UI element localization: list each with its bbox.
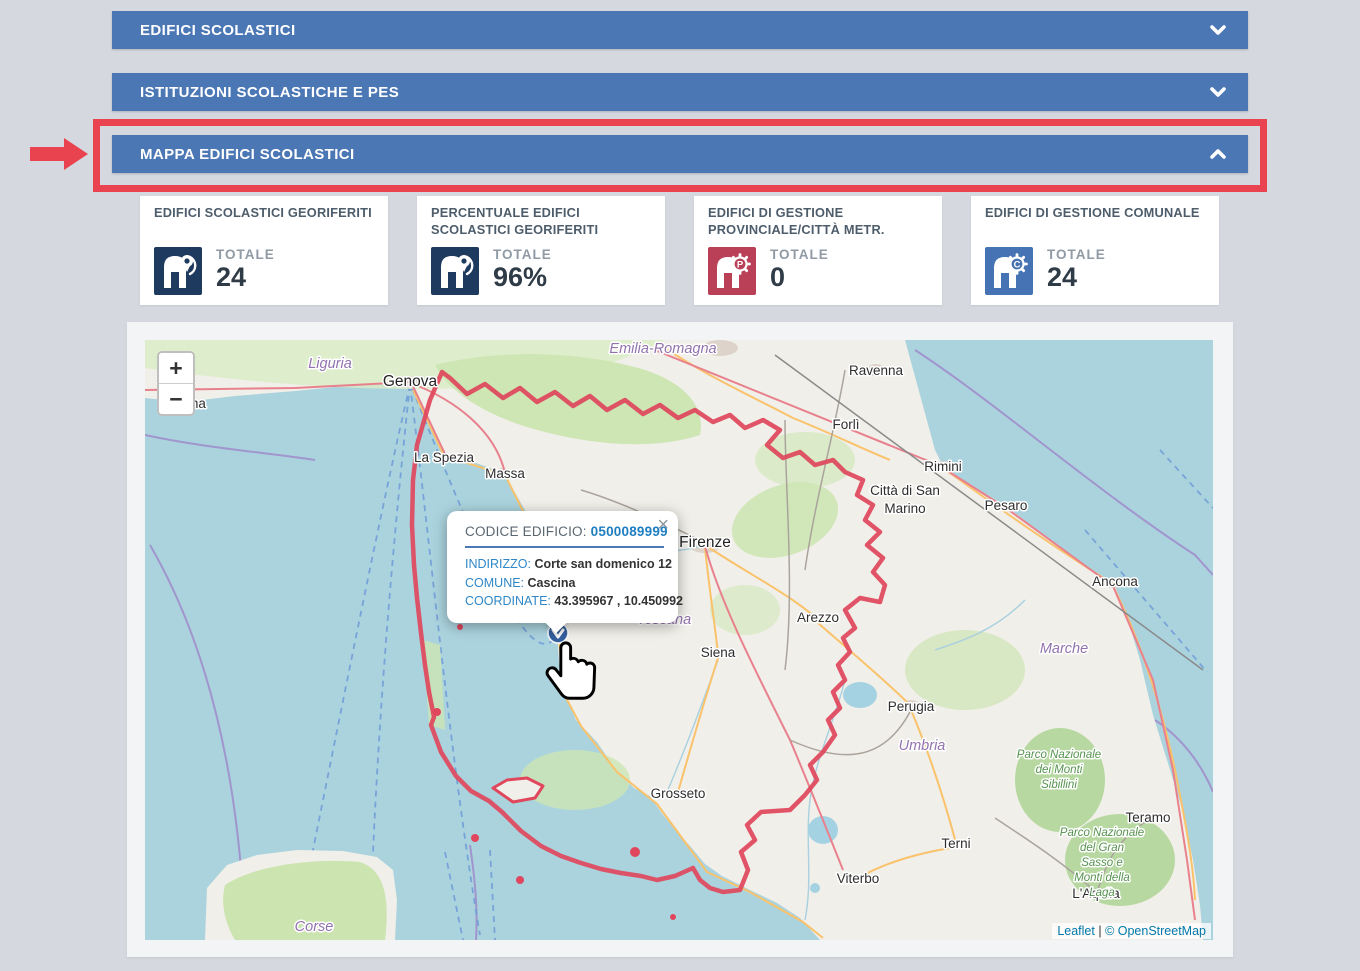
map-label: Teramo [1125,810,1170,825]
attribution-separator: | [1098,924,1101,938]
total-value: 0 [770,264,829,291]
accordion-label: EDIFICI SCOLASTICI [112,22,296,39]
stats-row: EDIFICI SCOLASTICI GEORIFERITI TOTALE 24… [140,196,1219,305]
total-value: 96% [493,264,552,291]
coordinate-value: 43.395967 , 10.450992 [554,594,683,608]
leaflet-link[interactable]: Leaflet [1057,924,1095,938]
zoom-control: + − [157,351,195,416]
map-popup: CODICE EDIFICIO: 0500089999 INDIRIZZO: C… [447,511,678,623]
map-label: Viterbo [837,871,880,886]
map-label: Firenze [679,534,731,551]
card-title: PERCENTUALE EDIFICI SCOLASTICI GEORIFERI… [431,205,653,239]
codice-edificio-label: CODICE EDIFICIO: [465,524,587,539]
openstreetmap-link[interactable]: © OpenStreetMap [1105,924,1206,938]
total-label: TOTALE [493,247,552,262]
map-label: Liguria [308,356,352,372]
map-label: Emilia-Romagna [609,341,716,357]
map-attribution: Leaflet | © OpenStreetMap [1052,923,1211,939]
popup-close-icon[interactable]: × [657,515,669,535]
indirizzo-value: Corte san domenico 12 [534,557,672,571]
building-gear-p-icon: P [708,247,756,295]
comune-value: Cascina [528,576,576,590]
card-gestione-comunale: EDIFICI DI GESTIONE COMUNALE C [971,196,1219,305]
accordion-mappa-edifici[interactable]: MAPPA EDIFICI SCOLASTICI [112,135,1248,173]
total-label: TOTALE [216,247,275,262]
map-label: Perugia [888,699,935,714]
card-gestione-provinciale: EDIFICI DI GESTIONE PROVINCIALE/CITTÀ ME… [694,196,942,305]
zoom-in-button[interactable]: + [159,353,193,384]
map-label: Arezzo [797,610,839,625]
codice-edificio-link[interactable]: 0500089999 [591,524,668,539]
map-label: Ravenna [849,363,904,378]
accordion-edifici-scolastici[interactable]: EDIFICI SCOLASTICI [112,11,1248,49]
accordion-istituzioni-scolastiche[interactable]: ISTITUZIONI SCOLASTICHE E PES [112,73,1248,111]
building-location-icon [431,247,479,295]
map-label: Grosseto [651,786,706,801]
card-title: EDIFICI DI GESTIONE COMUNALE [985,205,1207,239]
map-label: Umbria [899,738,946,754]
card-percentuale-georiferiti: PERCENTUALE EDIFICI SCOLASTICI GEORIFERI… [417,196,665,305]
map-label: La Spezia [414,450,475,465]
comune-label: COMUNE: [465,576,524,590]
popup-divider [465,546,664,548]
map-label: Pesaro [985,498,1028,513]
total-value: 24 [216,264,275,291]
indirizzo-label: INDIRIZZO: [465,557,531,571]
building-gear-c-icon: C [985,247,1033,295]
chevron-down-icon[interactable] [1206,18,1230,42]
highlight-arrow-icon [30,138,88,170]
card-title: EDIFICI DI GESTIONE PROVINCIALE/CITTÀ ME… [708,205,930,239]
leaflet-map[interactable]: GenovaSavonaLiguriaLa SpeziaMassaEmilia-… [145,340,1213,940]
map-label: Marche [1040,641,1088,657]
card-title: EDIFICI SCOLASTICI GEORIFERITI [154,205,376,239]
card-edifici-georiferiti: EDIFICI SCOLASTICI GEORIFERITI TOTALE 24 [140,196,388,305]
total-label: TOTALE [1047,247,1106,262]
total-value: 24 [1047,264,1106,291]
svg-text:P: P [737,259,744,270]
map-label: Genova [383,373,438,390]
zoom-out-button[interactable]: − [159,384,193,414]
map-label: Terni [941,836,970,851]
map-label: Ancona [1092,574,1138,589]
accordion-label: ISTITUZIONI SCOLASTICHE E PES [112,84,399,101]
chevron-up-icon[interactable] [1206,142,1230,166]
map-label: Corse [295,919,334,935]
map-label: Forlì [833,417,860,432]
map-label: Rimini [924,459,962,474]
coordinate-label: COORDINATE: [465,594,551,608]
total-label: TOTALE [770,247,829,262]
building-location-icon [154,247,202,295]
map-label: Massa [485,466,525,481]
accordion-label: MAPPA EDIFICI SCOLASTICI [112,146,355,163]
map-label: Siena [701,645,736,660]
chevron-down-icon[interactable] [1206,80,1230,104]
svg-text:C: C [1014,259,1021,270]
